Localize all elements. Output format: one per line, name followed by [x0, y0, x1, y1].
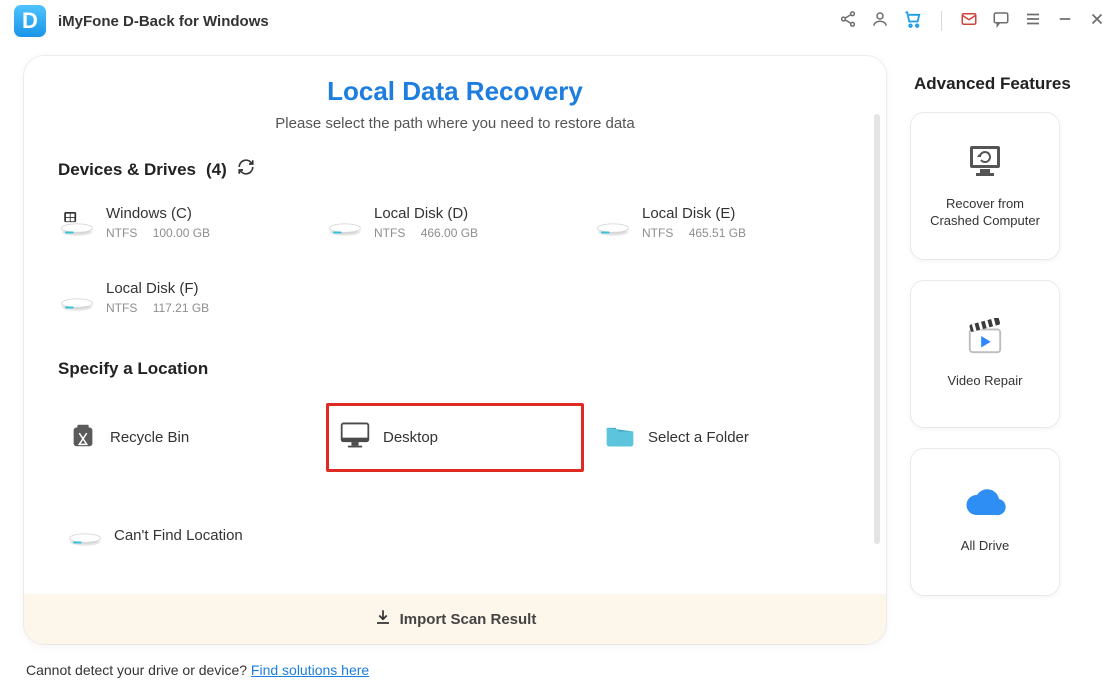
- disk-icon: [60, 283, 94, 313]
- location-select-folder[interactable]: Select a Folder: [594, 403, 852, 472]
- drive-meta: NTFS 465.51 GB: [642, 226, 746, 240]
- crashed-computer-icon: [965, 143, 1005, 184]
- advanced-features-title: Advanced Features: [910, 74, 1082, 94]
- download-icon: [374, 608, 392, 630]
- drive-local-e[interactable]: Local Disk (E) NTFS 465.51 GB: [594, 201, 852, 244]
- disk-icon: [68, 518, 102, 553]
- feature-video-repair[interactable]: Video Repair: [910, 280, 1060, 428]
- feature-label: Video Repair: [948, 373, 1023, 390]
- right-column: Advanced Features Recover from Crashed C…: [910, 56, 1082, 616]
- locations-header: Specify a Location: [58, 359, 852, 379]
- titlebar-icons: [839, 9, 1106, 34]
- drive-name: Local Disk (E): [642, 205, 746, 222]
- location-name: Can't Find Location: [114, 527, 243, 544]
- cart-icon[interactable]: [903, 9, 923, 34]
- disk-os-icon: [60, 208, 94, 238]
- devices-header: Devices & Drives (4): [58, 158, 852, 181]
- drive-windows-c[interactable]: Windows (C) NTFS 100.00 GB: [58, 201, 316, 244]
- disk-icon: [596, 208, 630, 238]
- main-card: Local Data Recovery Please select the pa…: [24, 56, 886, 644]
- devices-count: (4): [206, 160, 227, 180]
- location-name: Recycle Bin: [110, 429, 189, 446]
- disk-icon: [328, 208, 362, 238]
- folder-icon: [604, 421, 636, 454]
- titlebar: D iMyFone D-Back for Windows: [0, 0, 1120, 42]
- import-label: Import Scan Result: [400, 611, 537, 628]
- chat-icon[interactable]: [992, 10, 1010, 33]
- drive-meta: NTFS 466.00 GB: [374, 226, 478, 240]
- scrollbar[interactable]: [874, 114, 880, 544]
- footer: Cannot detect your drive or device? Find…: [0, 650, 1120, 678]
- footer-text: Cannot detect your drive or device?: [26, 662, 251, 678]
- feature-label: All Drive: [961, 538, 1009, 555]
- locations-grid: Recycle Bin Desktop Select a Folder: [58, 403, 852, 567]
- share-icon[interactable]: [839, 10, 857, 33]
- location-name: Desktop: [383, 429, 438, 446]
- feature-label: Recover from Crashed Computer: [921, 196, 1049, 230]
- drive-local-f[interactable]: Local Disk (F) NTFS 117.21 GB: [58, 276, 316, 319]
- drive-name: Local Disk (F): [106, 280, 209, 297]
- recycle-bin-icon: [68, 420, 98, 455]
- app-logo: D: [14, 5, 46, 37]
- drive-name: Windows (C): [106, 205, 210, 222]
- close-icon[interactable]: [1088, 10, 1106, 33]
- page-subtitle: Please select the path where you need to…: [58, 115, 852, 132]
- drive-name: Local Disk (D): [374, 205, 478, 222]
- logo-letter: D: [22, 8, 38, 34]
- user-icon[interactable]: [871, 10, 889, 33]
- minimize-icon[interactable]: [1056, 10, 1074, 33]
- feature-recover-crashed[interactable]: Recover from Crashed Computer: [910, 112, 1060, 260]
- menu-icon[interactable]: [1024, 10, 1042, 33]
- location-name: Select a Folder: [648, 429, 749, 446]
- page-title: Local Data Recovery: [58, 76, 852, 107]
- import-scan-result[interactable]: Import Scan Result: [24, 594, 886, 644]
- drive-grid: Windows (C) NTFS 100.00 GB Local Disk (D…: [58, 201, 852, 319]
- mail-icon[interactable]: [960, 10, 978, 33]
- drive-meta: NTFS 100.00 GB: [106, 226, 210, 240]
- separator: [941, 11, 942, 31]
- footer-link[interactable]: Find solutions here: [251, 662, 369, 678]
- location-desktop[interactable]: Desktop: [326, 403, 584, 472]
- drive-meta: NTFS 117.21 GB: [106, 301, 209, 315]
- app-title: iMyFone D-Back for Windows: [58, 13, 269, 30]
- refresh-icon[interactable]: [237, 158, 255, 181]
- desktop-icon: [339, 420, 371, 455]
- cloud-icon: [962, 489, 1008, 526]
- devices-head-text: Devices & Drives: [58, 160, 196, 180]
- feature-all-drive[interactable]: All Drive: [910, 448, 1060, 596]
- location-cant-find[interactable]: Can't Find Location: [58, 504, 316, 567]
- drive-local-d[interactable]: Local Disk (D) NTFS 466.00 GB: [326, 201, 584, 244]
- video-repair-icon: [964, 318, 1006, 361]
- location-recycle-bin[interactable]: Recycle Bin: [58, 403, 316, 472]
